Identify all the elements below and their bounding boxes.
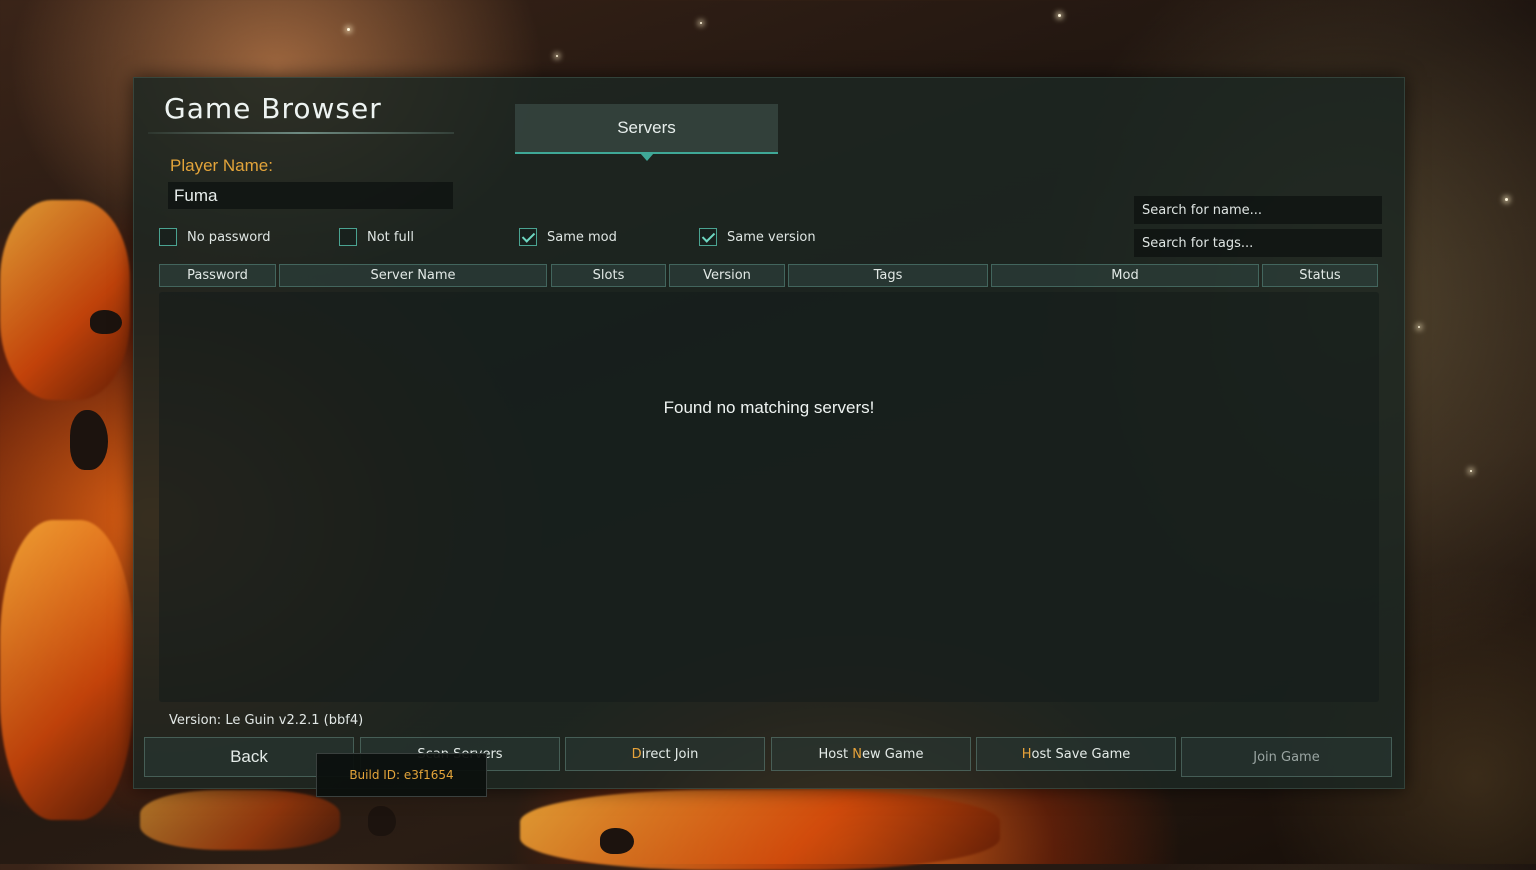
host-new-game-button[interactable]: Host New Game — [771, 737, 971, 771]
column-header-slots[interactable]: Slots — [551, 264, 666, 287]
tab-active-caret-icon — [639, 153, 654, 161]
filter-label: No password — [187, 229, 271, 245]
search-name-input[interactable] — [1134, 196, 1382, 224]
no-password-checkbox[interactable] — [159, 228, 177, 246]
column-header-status[interactable]: Status — [1262, 264, 1378, 287]
player-name-label: Player Name: — [170, 156, 273, 175]
host-new-label: ew Game — [862, 746, 924, 762]
direct-join-label: irect Join — [641, 746, 699, 762]
tab-servers-label: Servers — [617, 118, 676, 137]
page-title: Game Browser — [164, 92, 382, 125]
filter-not-full[interactable]: Not full — [339, 228, 414, 246]
hotkey-letter: H — [1021, 746, 1032, 762]
empty-list-message: Found no matching servers! — [663, 398, 875, 417]
filter-no-password[interactable]: No password — [159, 228, 271, 246]
filter-same-version[interactable]: Same version — [699, 228, 816, 246]
column-header-tags[interactable]: Tags — [788, 264, 988, 287]
column-header-mod[interactable]: Mod — [991, 264, 1259, 287]
player-name-input[interactable] — [168, 182, 453, 209]
tab-servers[interactable]: Servers — [515, 104, 778, 161]
filter-label: Same mod — [547, 229, 617, 245]
column-header-version[interactable]: Version — [669, 264, 785, 287]
join-game-button[interactable]: Join Game — [1181, 737, 1392, 777]
hotkey-letter: D — [631, 746, 642, 762]
back-button-label: Back — [230, 747, 268, 766]
filter-label: Not full — [367, 229, 414, 245]
join-game-label: Join Game — [1253, 749, 1320, 765]
build-id-tooltip: Build ID: e3f1654 — [316, 753, 487, 797]
column-header-server-name[interactable]: Server Name — [279, 264, 547, 287]
same-version-checkbox[interactable] — [699, 228, 717, 246]
host-new-label-prefix: Host — [818, 746, 853, 762]
hotkey-letter: N — [852, 746, 862, 762]
version-label: Version: Le Guin v2.2.1 (bbf4) — [169, 713, 364, 728]
filter-same-mod[interactable]: Same mod — [519, 228, 617, 246]
title-divider — [148, 132, 454, 134]
direct-join-button[interactable]: Direct Join — [565, 737, 765, 771]
host-save-game-button[interactable]: Host Save Game — [976, 737, 1176, 771]
server-list[interactable]: Found no matching servers! — [159, 292, 1379, 702]
same-mod-checkbox[interactable] — [519, 228, 537, 246]
filter-label: Same version — [727, 229, 816, 245]
column-header-password[interactable]: Password — [159, 264, 276, 287]
game-browser-panel: Game Browser Servers Player Name: No pas… — [133, 77, 1405, 797]
search-tags-input[interactable] — [1134, 229, 1382, 257]
not-full-checkbox[interactable] — [339, 228, 357, 246]
host-save-label: ost Save Game — [1031, 746, 1131, 762]
build-id-text: Build ID: e3f1654 — [349, 768, 454, 782]
